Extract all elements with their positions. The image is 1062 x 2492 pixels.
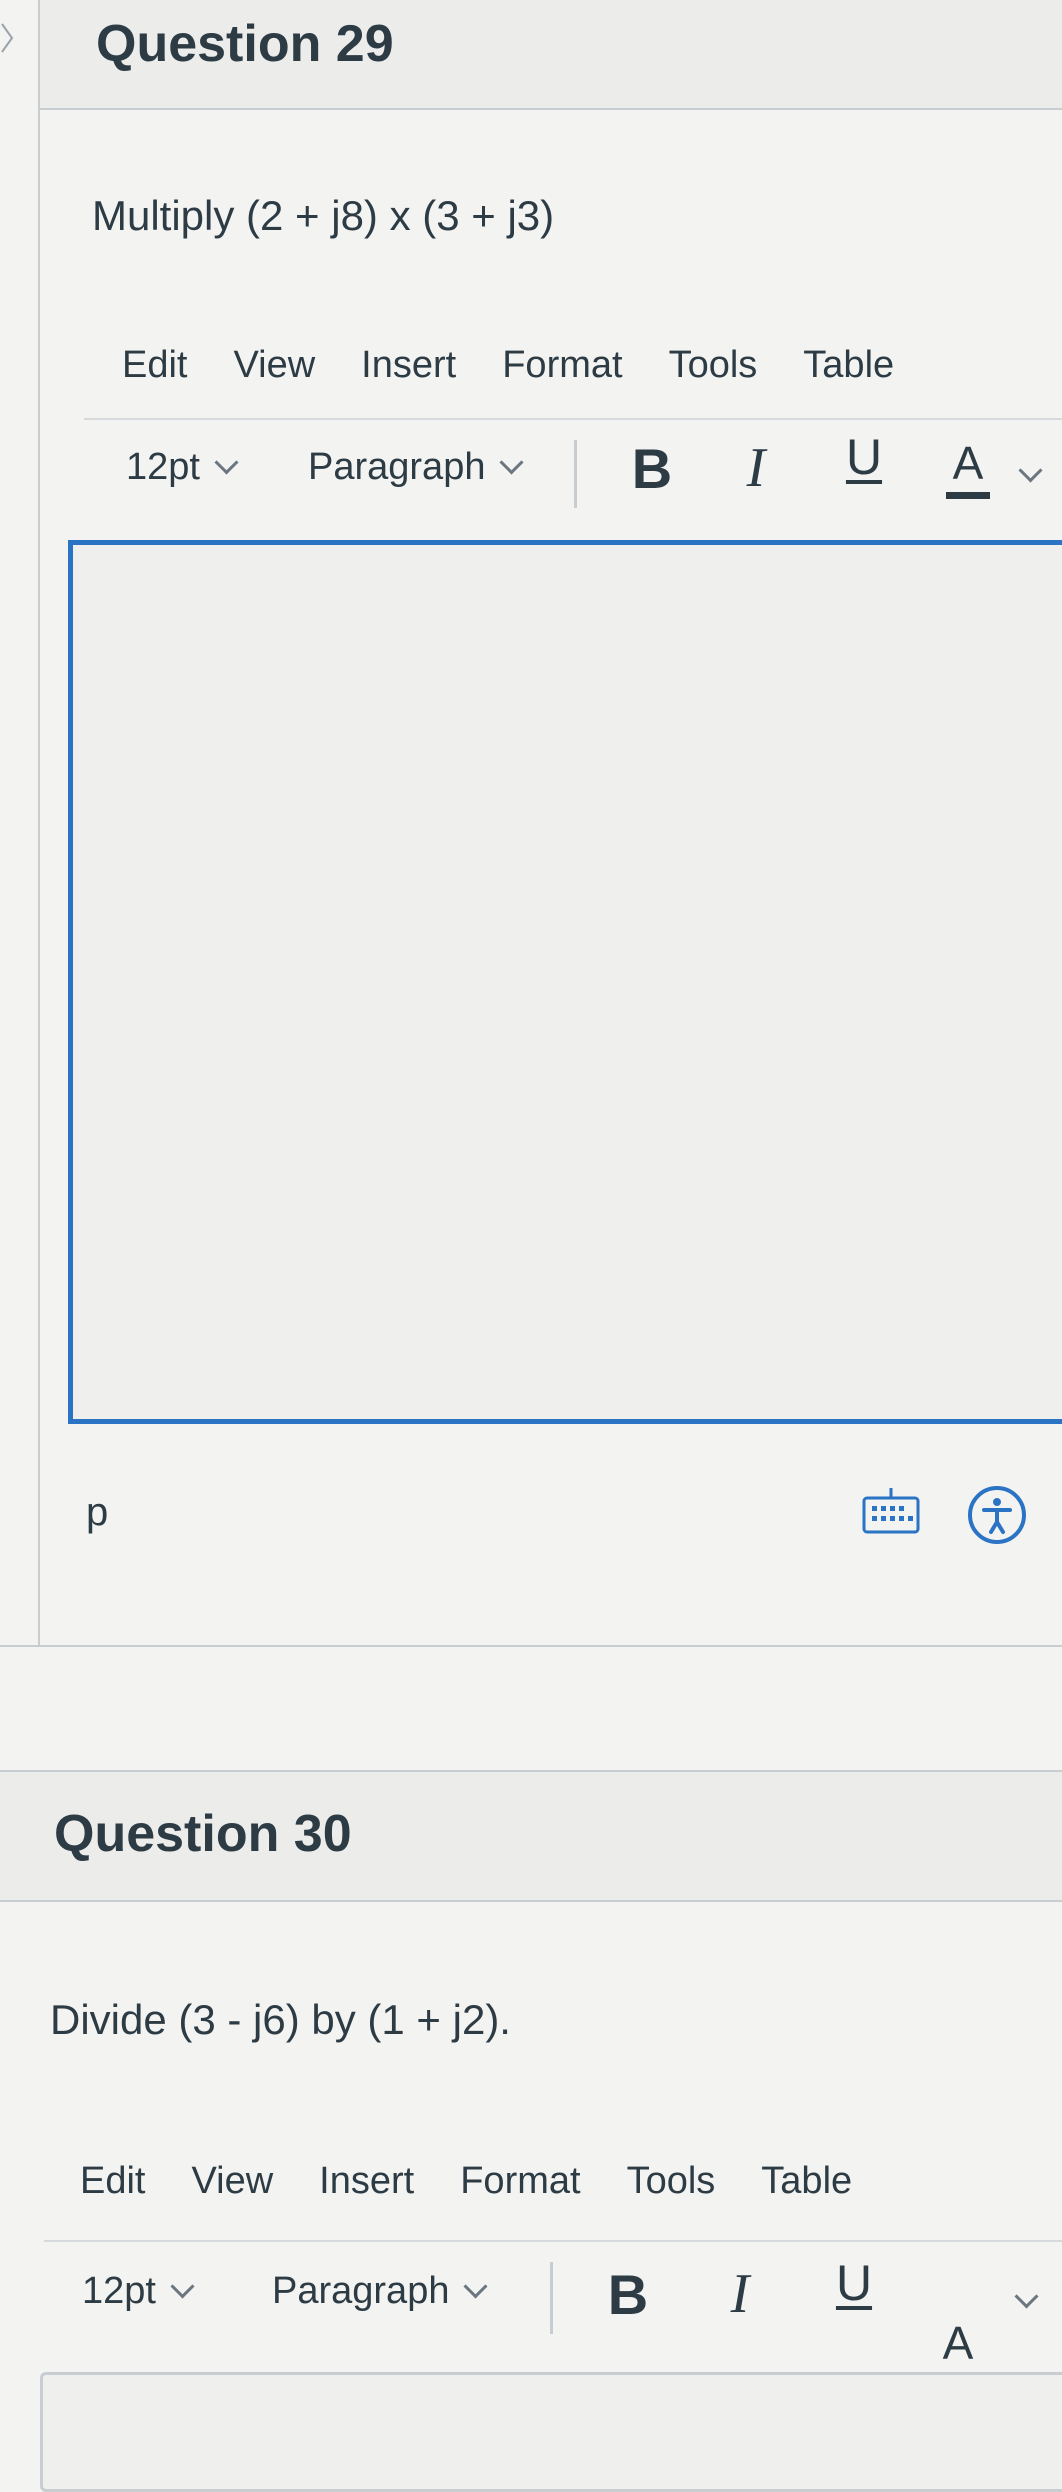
- menu-view[interactable]: View: [191, 2160, 273, 2203]
- chevron-down-icon: [1018, 458, 1043, 483]
- question-prompt: Multiply (2 + j8) x (3 + j3): [92, 192, 555, 239]
- font-size-dropdown[interactable]: 12pt: [126, 446, 239, 489]
- editor-menubar: Edit View Insert Format Tools Table: [80, 2160, 852, 2203]
- text-color-glyph: A: [942, 2317, 974, 2369]
- chevron-down-icon: [214, 450, 239, 475]
- underline-button[interactable]: U: [836, 428, 892, 486]
- chevron-down-icon: [1014, 2284, 1039, 2309]
- element-path[interactable]: p: [86, 1490, 108, 1535]
- italic-button[interactable]: I: [720, 2262, 760, 2326]
- bold-button[interactable]: B: [600, 2262, 656, 2327]
- menu-insert[interactable]: Insert: [319, 2160, 414, 2203]
- text-color-menu-button[interactable]: [1014, 2284, 1039, 2310]
- menu-format[interactable]: Format: [460, 2160, 580, 2203]
- text-color-glyph: A: [952, 437, 984, 489]
- chevron-down-icon: [463, 2274, 488, 2299]
- question-title: Question 29: [96, 15, 394, 73]
- menu-tools[interactable]: Tools: [627, 2160, 716, 2203]
- toolbar-divider: [574, 440, 577, 508]
- collapse-chevron-icon[interactable]: [0, 20, 14, 56]
- menu-tools[interactable]: Tools: [669, 344, 758, 387]
- text-color-menu-button[interactable]: [1018, 458, 1043, 484]
- chevron-down-icon: [499, 450, 524, 475]
- menu-edit[interactable]: Edit: [80, 2160, 145, 2203]
- bold-button[interactable]: B: [624, 436, 680, 501]
- menu-table[interactable]: Table: [803, 344, 894, 387]
- question-divider: [0, 1645, 1062, 1647]
- font-size-dropdown[interactable]: 12pt: [82, 2270, 195, 2313]
- toolbar-divider: [550, 2262, 553, 2334]
- text-color-button[interactable]: A: [936, 2316, 980, 2379]
- block-format-dropdown[interactable]: Paragraph: [272, 2270, 488, 2313]
- question-title: Question 30: [54, 1805, 352, 1863]
- menubar-divider: [44, 2240, 1062, 2242]
- font-size-value: 12pt: [126, 446, 200, 488]
- rich-text-editor[interactable]: [40, 2372, 1062, 2492]
- italic-button[interactable]: I: [736, 436, 776, 500]
- block-format-dropdown[interactable]: Paragraph: [308, 446, 524, 489]
- rich-text-editor[interactable]: [68, 540, 1062, 1424]
- question-prompt: Divide (3 - j6) by (1 + j2).: [50, 1996, 511, 2043]
- text-color-button[interactable]: A: [946, 436, 990, 499]
- menu-table[interactable]: Table: [761, 2160, 852, 2203]
- block-format-value: Paragraph: [272, 2270, 450, 2312]
- text-color-swatch: [946, 492, 990, 499]
- editor-menubar: Edit View Insert Format Tools Table: [122, 344, 894, 387]
- menu-view[interactable]: View: [233, 344, 315, 387]
- accessibility-icon[interactable]: [966, 1484, 1028, 1546]
- menu-insert[interactable]: Insert: [361, 344, 456, 387]
- keyboard-icon[interactable]: [862, 1486, 920, 1536]
- underline-button[interactable]: U: [826, 2254, 882, 2312]
- font-size-value: 12pt: [82, 2270, 156, 2312]
- menu-format[interactable]: Format: [502, 344, 622, 387]
- block-format-value: Paragraph: [308, 446, 486, 488]
- menubar-divider: [84, 418, 1062, 420]
- menu-edit[interactable]: Edit: [122, 344, 187, 387]
- chevron-down-icon: [170, 2274, 195, 2299]
